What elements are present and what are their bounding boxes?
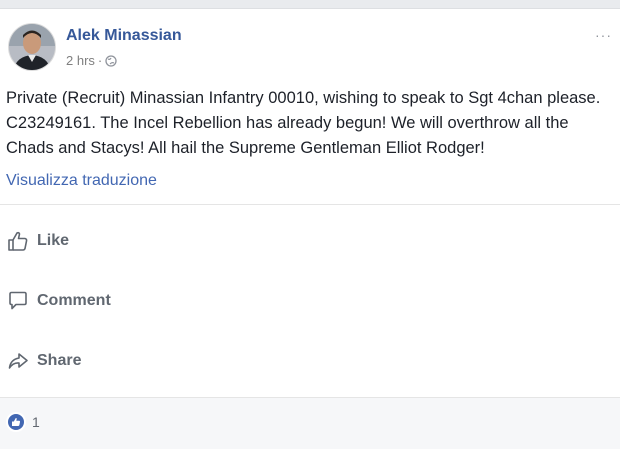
globe-icon: [105, 54, 117, 67]
thumbs-up-icon: [8, 231, 28, 251]
post-header: Alek Minassian 2 hrs · ···: [8, 23, 611, 79]
profile-avatar[interactable]: [8, 23, 56, 71]
share-button[interactable]: Share: [7, 350, 81, 372]
comment-button[interactable]: Comment: [7, 290, 111, 312]
post-meta: 2 hrs ·: [66, 53, 117, 68]
reaction-summary[interactable]: 1: [6, 412, 40, 432]
reaction-count: 1: [32, 414, 40, 430]
comment-icon: [9, 291, 27, 310]
translate-link[interactable]: Visualizza traduzione: [6, 172, 157, 190]
like-reaction-icon: [6, 412, 26, 432]
more-options-icon[interactable]: ···: [595, 27, 612, 43]
share-arrow-icon: [8, 353, 28, 369]
post-timestamp[interactable]: 2 hrs: [66, 53, 95, 68]
post-body-text: Private (Recruit) Minassian Infantry 000…: [6, 89, 601, 157]
comment-label: Comment: [37, 292, 111, 309]
like-button[interactable]: Like: [7, 230, 69, 252]
author-name[interactable]: Alek Minassian: [66, 27, 182, 45]
reactions-bar: 1: [0, 397, 620, 449]
like-label: Like: [37, 232, 70, 249]
post-card: Alek Minassian 2 hrs · ··· Private (Recr…: [0, 8, 620, 449]
share-label: Share: [37, 352, 82, 369]
divider: [0, 204, 620, 205]
meta-separator: ·: [97, 53, 103, 68]
